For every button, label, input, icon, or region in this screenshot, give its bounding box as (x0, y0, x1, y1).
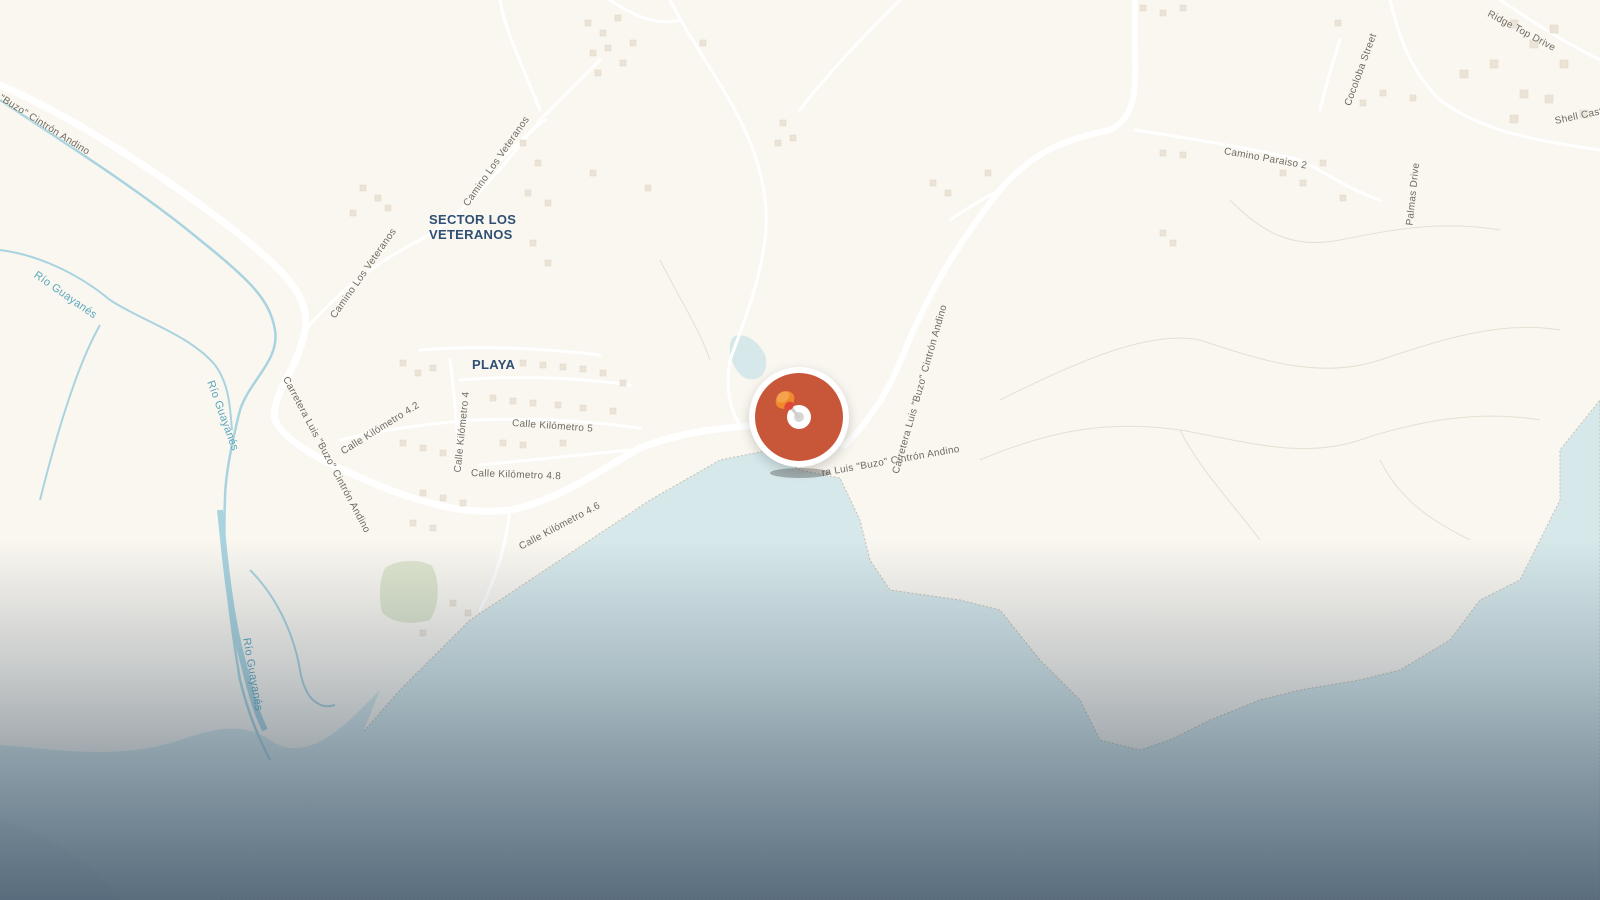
map-pin-icon (775, 391, 811, 429)
location-marker[interactable] (749, 367, 849, 467)
marker-shadow (770, 468, 830, 478)
place-label-line-2: VETERANOS (429, 227, 513, 242)
place-label-sector-los-veteranos: SECTOR LOS VETERANOS (429, 212, 516, 242)
map-canvas[interactable]: SECTOR LOS VETERANOS PLAYA "Buzo" Cintró… (0, 0, 1600, 900)
park-area (379, 560, 438, 623)
place-label-playa: PLAYA (472, 357, 516, 372)
marker-disc (755, 373, 843, 461)
place-label-line-1: SECTOR LOS (429, 212, 517, 227)
